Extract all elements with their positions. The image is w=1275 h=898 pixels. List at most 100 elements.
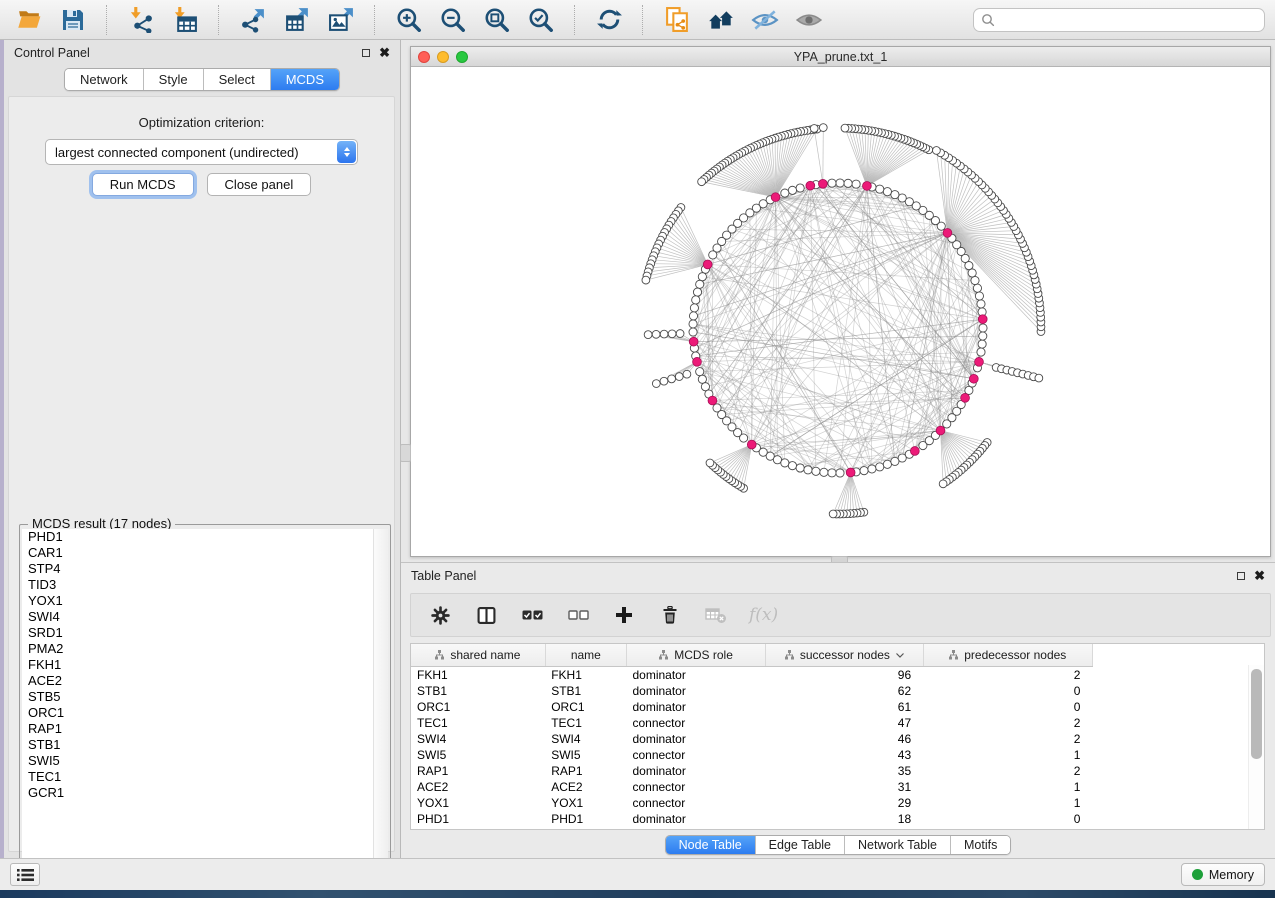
table-row[interactable]: SWI5SWI5connector431 [411,747,1264,763]
network-node[interactable] [652,330,660,338]
network-node[interactable] [709,251,717,259]
network-hub-node[interactable] [771,193,780,202]
tab-select[interactable]: Select [204,69,271,90]
column-header-successor-nodes[interactable]: successor nodes [766,644,924,667]
network-hub-node[interactable] [975,357,984,366]
mcds-result-item[interactable]: STB1 [28,737,374,753]
network-hub-node[interactable] [846,468,855,477]
network-hub-node[interactable] [863,182,872,191]
network-hub-node[interactable] [961,393,970,402]
refresh-layout-icon[interactable] [590,3,628,37]
mcds-result-item[interactable]: STB5 [28,689,374,705]
network-node[interactable] [690,304,698,312]
network-node[interactable] [1035,374,1043,382]
network-node[interactable] [698,273,706,281]
table-row[interactable]: ACE2ACE2connector311 [411,779,1264,795]
network-hub-node[interactable] [747,440,756,449]
network-node[interactable] [978,340,986,348]
mcds-result-item[interactable]: SWI4 [28,609,374,625]
table-cell[interactable]: connector [626,795,765,811]
network-node[interactable] [642,276,650,284]
zoom-selected-icon[interactable] [522,3,560,37]
table-cell[interactable]: dominator [626,763,765,779]
network-node[interactable] [844,179,852,187]
table-panel-close-icon[interactable]: ✖ [1254,571,1265,581]
network-node[interactable] [852,180,860,188]
mcds-result-item[interactable]: PMA2 [28,641,374,657]
network-node[interactable] [652,380,660,388]
table-cell[interactable]: dominator [626,667,765,684]
table-cell[interactable]: SWI5 [545,747,626,763]
network-hub-node[interactable] [969,374,978,383]
window-maximize-button[interactable] [456,51,468,63]
network-node[interactable] [676,330,684,338]
table-row[interactable]: STB1STB1dominator620 [411,683,1264,699]
panel-toggle-button[interactable] [10,863,40,886]
optimization-criterion-select[interactable]: largest connected component (undirected) [45,139,358,165]
network-node[interactable] [977,348,985,356]
table-cell[interactable]: 62 [766,683,924,699]
zoom-fit-icon[interactable] [478,3,516,37]
mcds-result-item[interactable]: SWI5 [28,753,374,769]
table-cell[interactable]: 47 [766,715,924,731]
table-cell[interactable]: ORC1 [411,699,545,715]
apply-function-icon[interactable]: f(x) [749,605,778,625]
table-cell[interactable]: 0 [923,811,1092,827]
table-cell[interactable]: 1 [923,747,1092,763]
network-hub-node[interactable] [708,396,717,405]
table-cell[interactable]: FKH1 [545,667,626,684]
tab-style[interactable]: Style [144,69,204,90]
network-node[interactable] [689,320,697,328]
table-row[interactable]: SWI4SWI4dominator462 [411,731,1264,747]
table-cell[interactable]: STB1 [411,683,545,699]
network-node[interactable] [971,276,979,284]
table-cell[interactable]: PHD1 [411,811,545,827]
select-all-checkboxes-icon[interactable] [519,601,545,629]
network-node[interactable] [788,186,796,194]
mcds-result-item[interactable]: FKH1 [28,657,374,673]
network-hub-node[interactable] [806,181,815,190]
save-session-icon[interactable] [54,3,92,37]
tab-network[interactable]: Network [65,69,144,90]
tab-edge-table[interactable]: Edge Table [756,836,845,854]
run-mcds-button[interactable]: Run MCDS [92,173,194,196]
mcds-result-item[interactable]: YOX1 [28,593,374,609]
mcds-result-item[interactable]: SRD1 [28,625,374,641]
network-node[interactable] [689,328,697,336]
table-cell[interactable]: FKH1 [411,667,545,684]
network-node[interactable] [939,480,947,488]
table-cell[interactable]: 46 [766,731,924,747]
mcds-result-item[interactable]: ORC1 [28,705,374,721]
table-row[interactable]: ORC1ORC1dominator610 [411,699,1264,715]
table-cell[interactable]: ACE2 [411,779,545,795]
mcds-result-item[interactable]: STP4 [28,561,374,577]
copy-share-network-icon[interactable] [658,3,696,37]
memory-button[interactable]: Memory [1181,863,1265,886]
control-panel-float-icon[interactable] [362,49,370,57]
network-node[interactable] [819,124,827,132]
open-file-icon[interactable] [10,3,48,37]
delete-column-trash-icon[interactable] [657,601,683,629]
table-cell[interactable]: SWI5 [411,747,545,763]
network-node[interactable] [796,184,804,192]
network-node[interactable] [836,469,844,477]
table-cell[interactable]: 2 [923,715,1092,731]
vertical-splitter-handle[interactable] [400,444,411,462]
network-node[interactable] [883,460,891,468]
network-hub-node[interactable] [818,179,827,188]
network-node[interactable] [979,324,987,332]
table-cell[interactable]: connector [626,747,765,763]
control-panel-close-icon[interactable]: ✖ [379,48,390,58]
table-settings-gear-icon[interactable] [427,601,453,629]
network-node[interactable] [698,178,706,186]
network-node[interactable] [883,188,891,196]
network-node[interactable] [773,456,781,464]
table-cell[interactable]: TEC1 [411,715,545,731]
network-hub-node[interactable] [693,357,702,366]
network-hub-node[interactable] [978,315,987,324]
network-hub-node[interactable] [689,337,698,346]
column-header-mcds-role[interactable]: MCDS role [626,644,765,667]
table-cell[interactable]: dominator [626,731,765,747]
network-node[interactable] [781,459,789,467]
network-node[interactable] [876,185,884,193]
